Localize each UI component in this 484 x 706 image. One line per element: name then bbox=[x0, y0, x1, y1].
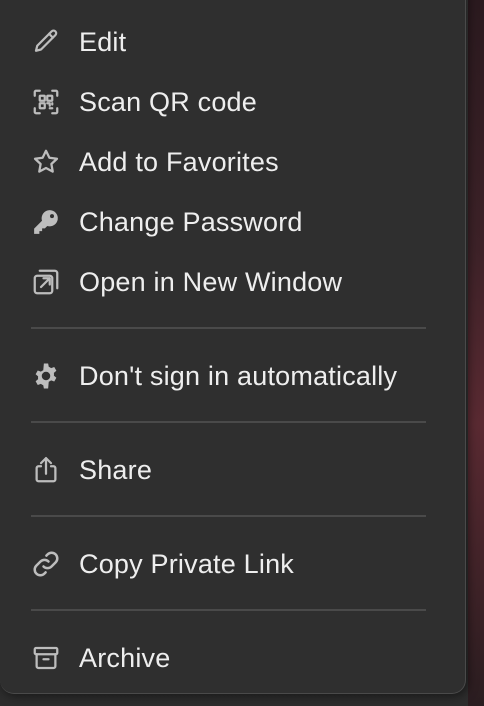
external-window-icon bbox=[30, 266, 62, 298]
menu-item-scan-qr-code[interactable]: Scan QR code bbox=[0, 75, 466, 129]
menu-item-label: Share bbox=[79, 454, 153, 485]
menu-divider bbox=[31, 327, 426, 329]
menu-item-label: Copy Private Link bbox=[79, 548, 294, 579]
menu-divider bbox=[31, 609, 426, 611]
menu-item-edit[interactable]: Edit bbox=[0, 15, 466, 69]
menu-item-open-in-new-window[interactable]: Open in New Window bbox=[0, 255, 466, 309]
menu-item-label: Edit bbox=[79, 26, 127, 57]
menu-item-label: Scan QR code bbox=[79, 86, 257, 117]
qr-code-icon bbox=[30, 86, 62, 118]
menu-divider bbox=[31, 515, 426, 517]
menu-item-label: Open in New Window bbox=[79, 266, 343, 297]
menu-item-add-to-favorites[interactable]: Add to Favorites bbox=[0, 135, 466, 189]
menu-item-dont-sign-in-automatically[interactable]: Don't sign in automatically bbox=[0, 349, 466, 403]
menu-item-label: Archive bbox=[79, 642, 171, 673]
background-window-edge bbox=[468, 0, 484, 706]
menu-divider bbox=[31, 421, 426, 423]
context-menu: Edit Scan QR code Add to Favorites Chang… bbox=[0, 0, 466, 694]
menu-item-archive[interactable]: Archive bbox=[0, 631, 466, 685]
menu-item-label: Change Password bbox=[79, 206, 303, 237]
menu-item-label: Add to Favorites bbox=[79, 146, 279, 177]
star-icon bbox=[30, 146, 62, 178]
gear-icon bbox=[30, 360, 62, 392]
archive-icon bbox=[30, 642, 62, 674]
menu-item-copy-private-link[interactable]: Copy Private Link bbox=[0, 537, 466, 591]
menu-item-change-password[interactable]: Change Password bbox=[0, 195, 466, 249]
menu-item-label: Don't sign in automatically bbox=[79, 360, 398, 391]
share-icon bbox=[30, 454, 62, 486]
pencil-icon bbox=[30, 26, 62, 58]
menu-item-share[interactable]: Share bbox=[0, 443, 466, 497]
link-icon bbox=[30, 548, 62, 580]
key-icon bbox=[30, 206, 62, 238]
